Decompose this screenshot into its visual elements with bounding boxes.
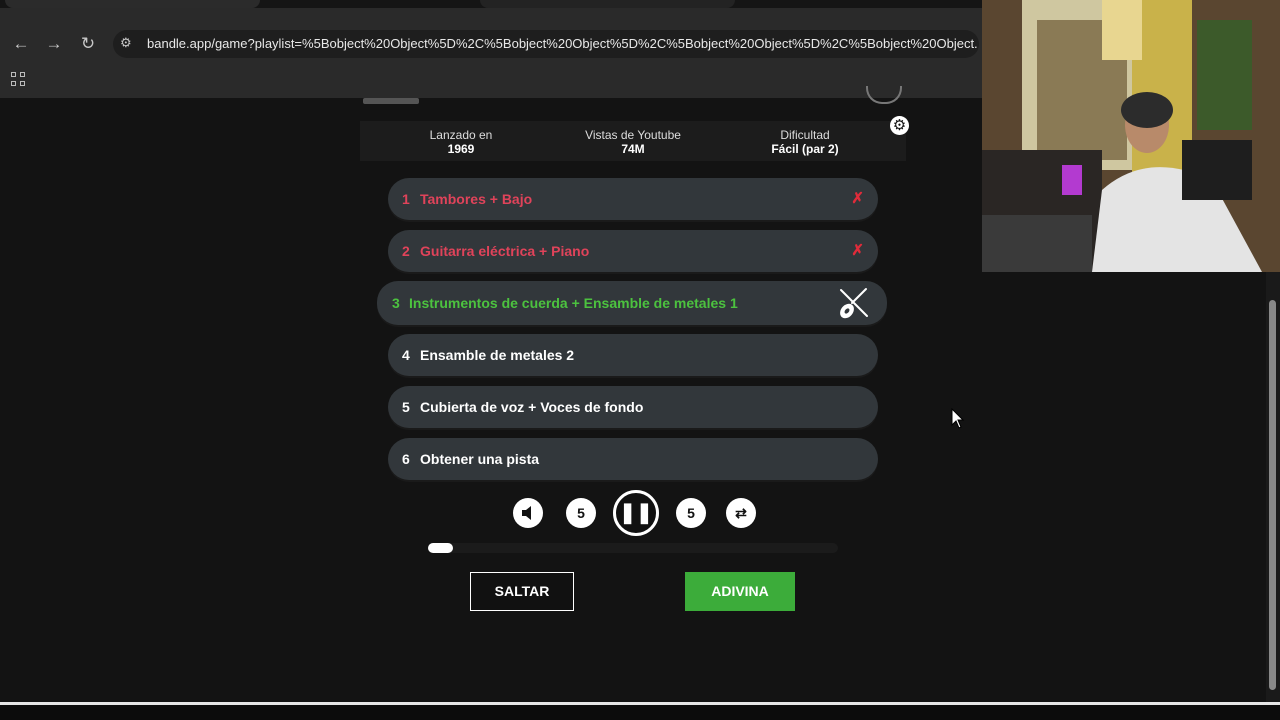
release-year-stat: Lanzado en 1969 bbox=[386, 128, 536, 156]
track-row-5: 5 Cubierta de voz + Voces de fondo bbox=[388, 386, 878, 428]
release-year-label: Lanzado en bbox=[429, 128, 493, 142]
scrollbar-thumb[interactable] bbox=[1269, 300, 1276, 690]
reload-icon[interactable]: ↻ bbox=[77, 35, 99, 53]
browser-tab[interactable] bbox=[5, 0, 260, 8]
difficulty-value: Fácil (par 2) bbox=[771, 142, 839, 156]
browser-tab[interactable] bbox=[480, 0, 735, 8]
mouse-cursor-icon bbox=[951, 408, 965, 429]
forward-5-button[interactable]: 5 bbox=[676, 498, 706, 528]
track-number: 5 bbox=[402, 399, 410, 415]
gear-icon[interactable]: ⚙ bbox=[890, 116, 909, 135]
tab-strip bbox=[0, 0, 982, 8]
rewind-5-button[interactable]: 5 bbox=[566, 498, 596, 528]
release-year-value: 1969 bbox=[447, 142, 475, 156]
apps-grid-icon[interactable] bbox=[11, 72, 26, 87]
playback-progress-track[interactable] bbox=[428, 543, 838, 553]
track-number: 2 bbox=[402, 243, 410, 259]
youtube-views-value: 74M bbox=[621, 142, 645, 156]
wrong-mark-icon: ✗ bbox=[851, 242, 864, 259]
guess-button[interactable]: ADIVINA bbox=[685, 572, 795, 611]
shuffle-off-icon[interactable]: ⇄ bbox=[726, 498, 756, 528]
difficulty-label: Dificultad bbox=[780, 128, 830, 142]
wrong-mark-icon: ✗ bbox=[851, 190, 864, 207]
track-row-6[interactable]: 6 Obtener una pista bbox=[388, 438, 878, 480]
skip-button[interactable]: SALTAR bbox=[470, 572, 574, 611]
forward-seconds: 5 bbox=[687, 505, 695, 521]
taskbar-strip bbox=[0, 705, 1280, 720]
track-number: 3 bbox=[392, 295, 400, 311]
playback-progress-fill bbox=[428, 543, 453, 553]
track-number: 1 bbox=[402, 191, 410, 207]
back-arrow-icon[interactable]: ← bbox=[10, 35, 32, 53]
forward-arrow-icon[interactable]: → bbox=[43, 35, 65, 53]
bookmarks-bar bbox=[0, 62, 982, 99]
pause-button[interactable]: ❚❚ bbox=[613, 490, 659, 536]
violin-icon bbox=[840, 288, 868, 319]
rewind-seconds: 5 bbox=[577, 505, 585, 521]
track-number: 6 bbox=[402, 451, 410, 467]
track-row-1: 1 Tambores + Bajo ✗ bbox=[388, 178, 878, 220]
track-row-3[interactable]: 3 Instrumentos de cuerda + Ensamble de m… bbox=[377, 281, 887, 325]
track-row-4: 4 Ensamble de metales 2 bbox=[388, 334, 878, 376]
header-divider bbox=[363, 98, 419, 104]
youtube-views-stat: Vistas de Youtube 74M bbox=[558, 128, 708, 156]
track-label: Instrumentos de cuerda + Ensamble de met… bbox=[409, 295, 738, 311]
track-label: Cubierta de voz + Voces de fondo bbox=[420, 399, 644, 415]
difficulty-stat: Dificultad Fácil (par 2) bbox=[730, 128, 880, 156]
track-number: 4 bbox=[402, 347, 410, 363]
track-label: Obtener una pista bbox=[420, 451, 540, 467]
track-label: Guitarra eléctrica + Piano bbox=[420, 243, 590, 259]
site-settings-icon[interactable]: ⚙ bbox=[120, 35, 132, 51]
webcam-overlay bbox=[982, 0, 1280, 272]
youtube-views-label: Vistas de Youtube bbox=[585, 128, 681, 142]
volume-icon[interactable] bbox=[513, 498, 543, 528]
track-label: Tambores + Bajo bbox=[420, 191, 533, 207]
track-row-2: 2 Guitarra eléctrica + Piano ✗ bbox=[388, 230, 878, 272]
track-label: Ensamble de metales 2 bbox=[420, 347, 575, 363]
url-text[interactable]: bandle.app/game?playlist=%5Bobject%20Obj… bbox=[147, 36, 977, 51]
